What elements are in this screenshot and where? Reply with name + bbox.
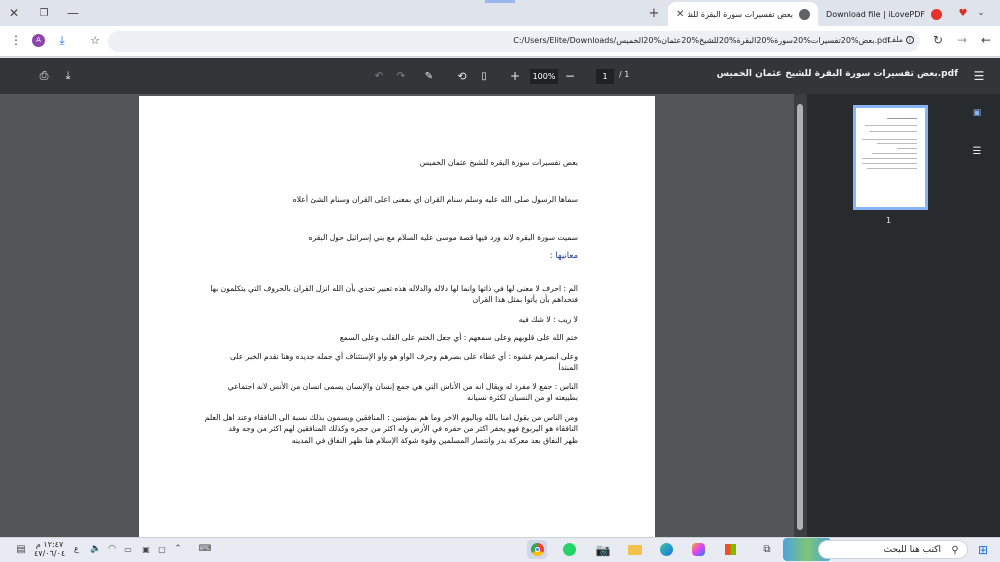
tab-title: Download file | iLovePDF [826, 9, 925, 19]
thumbnail-page-number: 1 [886, 216, 892, 225]
clock-date: ٤٧/٠٦/٠٤ [34, 549, 66, 558]
reload-icon[interactable]: ↻ [930, 32, 946, 48]
doc-line: وعلى ابصرهم غشوه : أي غطاء على بصرهم وحر… [230, 352, 578, 361]
page-total: / 1 [619, 70, 630, 79]
download-icon[interactable]: ⤓ [60, 68, 76, 84]
tab-search-icon[interactable]: ⌄ [974, 6, 988, 20]
keyboard-icon[interactable]: ⌨ [197, 542, 213, 556]
search-placeholder: اكتب هنا للبحث [883, 545, 941, 555]
zoom-out-button[interactable]: − [563, 68, 577, 84]
doc-line: لا ريب : لا شك فيه [518, 315, 578, 324]
doc-line: سميت سورة البقره لانه ورد فيها قصة موسى … [308, 233, 578, 242]
tray-app-icon[interactable]: ▣ [140, 542, 152, 556]
document-title: بعض تفسيرات سورة البقرة للشيخ عثمان الخم… [716, 69, 958, 79]
doc-line: المبتدأ [558, 363, 579, 372]
url-text: C:/Users/Elite/Downloads/بعض%20تفسيرات%2… [513, 36, 890, 45]
battery-icon[interactable]: ▭ [122, 542, 134, 556]
camera-icon[interactable]: 📷 [593, 540, 613, 559]
notification-icon[interactable]: ▤ [14, 542, 28, 556]
doc-heading: معانيها : [549, 251, 578, 261]
menu-kebab-icon[interactable]: ⋮ [8, 32, 24, 48]
clock[interactable]: ١٢:٤٧ م ٤٧/٠٦/٠٤ [34, 540, 65, 558]
outline-icon[interactable]: ☰ [970, 144, 984, 158]
hamburger-menu-icon[interactable]: ☰ [971, 68, 987, 84]
tab-title: بعض تفسيرات سورة البقرة للشيخ [688, 9, 793, 19]
windows-start-icon[interactable]: ⊞ [974, 541, 992, 559]
volume-icon[interactable]: 🔈 [90, 542, 102, 556]
doc-line: بطبيعته او من النسيان لكثرة نسيانه [467, 393, 578, 402]
tab-inactive[interactable]: Download file | iLovePDF [822, 2, 950, 26]
copilot-icon[interactable] [689, 540, 709, 559]
scrollbar-thumb[interactable] [797, 104, 803, 530]
doc-line: الناس : جمع لا مفرد له ويقال انه من الأن… [227, 382, 578, 391]
edge-icon[interactable] [657, 540, 677, 559]
zoom-input[interactable]: 100% [530, 69, 558, 84]
doc-line: النافقاء هو اليربوع فهو يحفر اكثر من حفر… [228, 424, 578, 433]
whatsapp-icon[interactable] [560, 540, 580, 559]
meet-icon[interactable]: ▢ [156, 542, 168, 556]
doc-line: سماها الرسول صلى الله عليه وسلم سنام الق… [292, 195, 578, 204]
downloads-icon[interactable]: ⤓ [54, 32, 70, 48]
redo-icon[interactable]: ↷ [394, 68, 408, 84]
doc-title-line: بعض تفسيرات سورة البقره للشيخ عثمان الخم… [419, 158, 578, 167]
doc-line: ظهر النفاق بعد معركة بدر وانتصار المسلمي… [291, 436, 578, 445]
forward-icon[interactable]: → [954, 32, 970, 48]
ilovepdf-icon [931, 8, 942, 20]
tab-strip: ✕ ❐ — + بعض تفسيرات سورة البقرة للشيخ ✕ … [0, 0, 1000, 26]
heart-icon[interactable]: ♥ [956, 6, 970, 20]
browser-toolbar: ⋮ A ⤓ ☆ C:/Users/Elite/Downloads/بعض%20ت… [0, 26, 1000, 57]
back-icon[interactable]: ← [978, 32, 994, 48]
tab-group-marker [485, 0, 515, 3]
tab-active[interactable]: بعض تفسيرات سورة البقرة للشيخ ✕ [668, 2, 818, 26]
page-thumbnail[interactable] [853, 105, 928, 210]
file-explorer-icon[interactable] [625, 540, 645, 559]
print-icon[interactable]: ⎙ [36, 68, 52, 84]
doc-line: ختم الله على قلوبهم وعلى سمعهم : أي جعل … [339, 333, 578, 342]
page-number-input[interactable]: 1 [596, 69, 614, 84]
store-icon[interactable] [721, 540, 741, 559]
close-window-icon[interactable]: ✕ [4, 4, 24, 22]
clock-time: ١٢:٤٧ م [35, 540, 64, 549]
chevron-up-icon[interactable]: ⌃ [172, 542, 184, 556]
chrome-taskbar-icon[interactable] [527, 540, 547, 559]
doc-line: ومن الناس من يقول امنا بالله وباليوم الا… [204, 413, 578, 422]
site-info-chip[interactable]: ملف i [888, 35, 914, 44]
fit-page-icon[interactable]: ▯ [477, 68, 491, 84]
file-label: ملف [887, 35, 903, 44]
minimize-icon[interactable]: — [63, 4, 83, 22]
taskbar-search[interactable]: اكتب هنا للبحث ⚲ [818, 540, 968, 559]
wifi-icon[interactable]: ◠ [106, 542, 118, 556]
thumbnails-icon[interactable]: ▣ [970, 106, 984, 120]
avatar[interactable]: A [32, 34, 45, 47]
close-tab-icon[interactable]: ✕ [676, 9, 688, 20]
language-indicator[interactable]: ع [74, 544, 79, 553]
new-tab-button[interactable]: + [646, 5, 662, 21]
maximize-icon[interactable]: ❐ [34, 4, 54, 22]
info-icon: i [906, 35, 914, 44]
doc-line: الم : احرف لا معنى لها في ذاتها وانما له… [210, 284, 578, 293]
draw-icon[interactable]: ✎ [422, 68, 436, 84]
search-icon: ⚲ [951, 544, 959, 556]
doc-line: فتحداهم بأن يأتوا بمثل هذا القران [472, 295, 578, 304]
bookmark-star-icon[interactable]: ☆ [87, 32, 103, 48]
pdf-page: بعض تفسيرات سورة البقره للشيخ عثمان الخم… [139, 96, 655, 537]
globe-icon [799, 8, 810, 20]
rotate-icon[interactable]: ⟲ [455, 68, 469, 84]
undo-icon[interactable]: ↶ [372, 68, 386, 84]
pdf-toolbar: ⎙ ⤓ ↶ ↷ ✎ ⟲ ▯ + 100% − 1 / 1 بعض تفسيرات… [0, 58, 1000, 94]
zoom-in-button[interactable]: + [508, 68, 522, 84]
address-bar[interactable]: C:/Users/Elite/Downloads/بعض%20تفسيرات%2… [108, 31, 920, 52]
task-view-icon[interactable]: ⧉ [757, 540, 777, 559]
